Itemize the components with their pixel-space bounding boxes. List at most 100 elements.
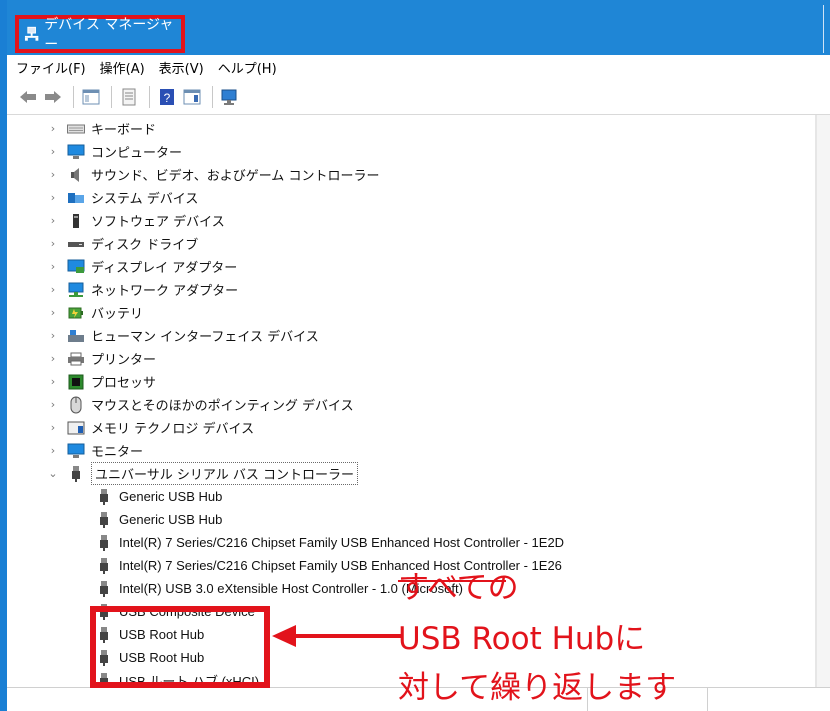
expand-icon[interactable]: › [47, 145, 59, 158]
menu-file[interactable]: ファイル(F) [16, 58, 86, 77]
tree-item-processors[interactable]: › プロセッサ [47, 370, 156, 393]
expand-icon[interactable]: › [47, 260, 59, 273]
expand-icon[interactable]: › [47, 237, 59, 250]
forward-arrow-icon [45, 90, 61, 103]
processor-icon [67, 373, 85, 391]
tree-item-label: システム デバイス [91, 192, 199, 207]
usb-device-label: Generic USB Hub [119, 512, 223, 527]
annotation-line-3: 対して繰り返します [398, 670, 677, 706]
tree-item-label: サウンド、ビデオ、およびゲーム コントローラー [91, 169, 380, 184]
tree-item-label: マウスとそのほかのポインティング デバイス [91, 399, 354, 414]
title-bar-divider [823, 5, 824, 53]
scan-hardware-button[interactable] [219, 86, 241, 108]
hid-icon [67, 327, 85, 345]
tree-item-label: ヒューマン インターフェイス デバイス [91, 330, 319, 345]
expand-icon[interactable]: › [47, 191, 59, 204]
toolbar-separator [212, 85, 213, 108]
forward-button[interactable] [42, 86, 64, 108]
mouse-icon [67, 396, 85, 414]
usb-plug-icon [95, 511, 113, 529]
title-highlight-box: デバイス マネージャー [15, 15, 185, 53]
usb-plug-icon [95, 557, 113, 575]
tree-item-display-adapters[interactable]: › ディスプレイ アダプター [47, 255, 237, 278]
tree-item-mice[interactable]: › マウスとそのほかのポインティング デバイス [47, 393, 354, 416]
tree-item-label: ディスプレイ アダプター [91, 261, 238, 276]
tree-item-software-devices[interactable]: › ソフトウェア デバイス [47, 209, 225, 232]
annotation-line-2: USB Root Hubに [398, 621, 646, 657]
device-manager-icon [24, 26, 39, 41]
system-folder-icon [67, 189, 85, 207]
tree-item-label: ディスク ドライブ [91, 238, 199, 253]
expand-icon[interactable]: › [47, 306, 59, 319]
properties-button[interactable] [118, 86, 140, 108]
window-left-border [0, 0, 7, 711]
usb-device-item[interactable]: Intel(R) 7 Series/C216 Chipset Family US… [95, 531, 564, 554]
usb-plug-icon [95, 534, 113, 552]
tree-item-label: ユニバーサル シリアル バス コントローラー [91, 462, 359, 485]
usb-plug-icon [95, 488, 113, 506]
usb-device-label: Intel(R) 7 Series/C216 Chipset Family US… [119, 535, 565, 550]
action-pane-icon [183, 89, 201, 104]
tree-item-keyboard[interactable]: › キーボード [47, 117, 156, 140]
menu-bar: ファイル(F) 操作(A) 表示(V) ヘルプ(H) [7, 55, 830, 79]
tree-item-hid[interactable]: › ヒューマン インターフェイス デバイス [47, 324, 319, 347]
speaker-icon [67, 166, 85, 184]
toolbar-separator [111, 85, 112, 108]
collapse-icon[interactable]: ⌄ [47, 467, 59, 480]
tree-item-system-devices[interactable]: › システム デバイス [47, 186, 199, 209]
tree-item-label: モニター [91, 445, 144, 460]
expand-icon[interactable]: › [47, 122, 59, 135]
expand-icon[interactable]: › [47, 421, 59, 434]
annotation-arrow-icon [272, 625, 402, 647]
expand-icon[interactable]: › [47, 283, 59, 296]
tree-item-network-adapters[interactable]: › ネットワーク アダプター [47, 278, 238, 301]
memory-icon [67, 419, 85, 437]
tree-item-sound[interactable]: › サウンド、ビデオ、およびゲーム コントローラー [47, 163, 379, 186]
battery-icon [67, 304, 85, 322]
tree-item-disk-drives[interactable]: › ディスク ドライブ [47, 232, 198, 255]
computer-icon [67, 143, 85, 161]
annotation-line-1: すべての [398, 570, 519, 606]
monitor-scan-icon [221, 89, 237, 105]
tree-item-memory-technology[interactable]: › メモリ テクノロジ デバイス [47, 416, 254, 439]
action-pane-button[interactable] [181, 86, 203, 108]
window-title: デバイス マネージャー [44, 17, 174, 53]
toolbar-separator [73, 85, 74, 108]
monitor-icon [67, 442, 85, 460]
menu-view[interactable]: 表示(V) [159, 58, 204, 77]
expand-icon[interactable]: › [47, 329, 59, 342]
tree-item-computer[interactable]: › コンピューター [47, 140, 182, 163]
menu-help[interactable]: ヘルプ(H) [218, 58, 277, 77]
help-button[interactable]: ? [156, 86, 178, 108]
expand-icon[interactable]: › [47, 398, 59, 411]
toolbar: ? [7, 79, 830, 115]
usb-device-item[interactable]: Generic USB Hub [95, 485, 222, 508]
show-hide-tree-button[interactable] [80, 86, 102, 108]
console-tree-icon [82, 89, 100, 104]
title-bar[interactable]: デバイス マネージャー [7, 0, 830, 55]
expand-icon[interactable]: › [47, 352, 59, 365]
tree-item-label: バッテリ [91, 307, 144, 322]
expand-icon[interactable]: › [47, 214, 59, 227]
toolbar-separator [149, 85, 150, 108]
vertical-scrollbar[interactable] [816, 115, 830, 687]
tree-item-label: メモリ テクノロジ デバイス [91, 422, 255, 437]
usb-root-hub-highlight [90, 606, 270, 688]
svg-text:?: ? [164, 91, 171, 105]
expand-icon[interactable]: › [47, 444, 59, 457]
expand-icon[interactable]: › [47, 375, 59, 388]
usb-device-item[interactable]: Generic USB Hub [95, 508, 222, 531]
tree-item-printers[interactable]: › プリンター [47, 347, 156, 370]
properties-icon [122, 88, 136, 105]
network-adapter-icon [67, 281, 85, 299]
tree-item-usb-controllers[interactable]: ⌄ ユニバーサル シリアル バス コントローラー [47, 462, 359, 485]
keyboard-icon [67, 120, 85, 138]
tree-item-label: プロセッサ [91, 376, 157, 391]
tree-item-monitors[interactable]: › モニター [47, 439, 143, 462]
tree-item-label: キーボード [91, 123, 157, 138]
back-button[interactable] [17, 86, 39, 108]
display-adapter-icon [67, 258, 85, 276]
expand-icon[interactable]: › [47, 168, 59, 181]
menu-action[interactable]: 操作(A) [100, 58, 145, 77]
tree-item-battery[interactable]: › バッテリ [47, 301, 143, 324]
